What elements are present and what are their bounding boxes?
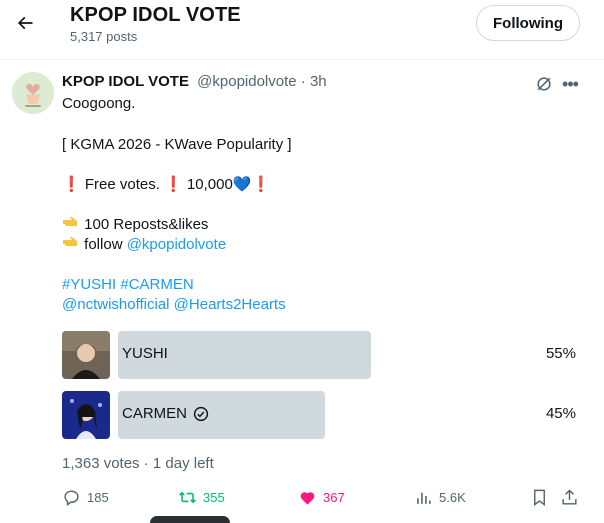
exclamation-emoji: ❗	[164, 176, 183, 193]
follow-text: follow	[84, 236, 127, 253]
poll-option-label: CARMEN	[122, 405, 209, 422]
tooltip-pill	[150, 516, 230, 523]
views-count: 5.6K	[439, 489, 466, 505]
mention-nctwishofficial[interactable]: @nctwishofficial	[62, 296, 170, 313]
exclamation-emoji: ❗	[251, 176, 271, 193]
more-options-icon[interactable]: •••	[560, 74, 580, 94]
reply-count: 185	[87, 489, 109, 505]
share-icon	[562, 488, 577, 505]
profile-header: KPOP IDOL VOTE 5,317 posts Following	[0, 0, 604, 60]
poll-option-image	[62, 391, 110, 439]
free-votes-text: Free votes.	[80, 176, 165, 193]
avatar-heart-hand-icon	[12, 72, 54, 114]
pointing-hand-icon	[63, 237, 77, 246]
post-count: 5,317 posts	[70, 29, 138, 44]
post-text-line-5: follow @kpopidolvote	[62, 235, 226, 255]
share-button[interactable]	[560, 486, 579, 508]
post-text-line-1: Coogoong.	[62, 95, 136, 112]
bookmark-icon	[534, 489, 545, 506]
repost-button[interactable]: 355	[178, 486, 225, 508]
reposts-likes-text: 100 Reposts&likes	[84, 216, 209, 233]
poll-option-percent: 45%	[545, 405, 576, 422]
pointing-hand-icon	[63, 217, 77, 226]
profile-title: KPOP IDOL VOTE	[70, 4, 241, 26]
back-button[interactable]	[8, 6, 42, 40]
poll-option-yushi: YUSHI 55%	[62, 331, 578, 379]
like-button[interactable]: 367	[298, 486, 345, 508]
bookmark-button[interactable]	[530, 486, 549, 508]
heart-icon	[300, 491, 315, 505]
poll-meta: 1,363 votes · 1 day left	[62, 455, 214, 472]
views-button[interactable]: 5.6K	[414, 486, 466, 508]
reply-button[interactable]: 185	[62, 486, 109, 508]
views-icon	[417, 492, 431, 504]
post-actions: 185 355 367 5.6K	[62, 486, 592, 510]
mention-hearts2hearts[interactable]: @Hearts2Hearts	[174, 296, 286, 313]
avatar[interactable]	[12, 72, 54, 114]
repost-count: 355	[203, 489, 225, 505]
post-text-line-3: ❗ Free votes. ❗ 10,000💙❗	[62, 175, 270, 195]
following-button[interactable]: Following	[476, 5, 580, 41]
poll-option-image	[62, 331, 110, 379]
post-text-line-7: @nctwishofficial @Hearts2Hearts	[62, 295, 286, 315]
mention-kpopidolvote[interactable]: @kpopidolvote	[127, 236, 226, 253]
repost-icon	[179, 491, 196, 503]
post-text-line-2: [ KGMA 2026 - KWave Popularity ]	[62, 136, 292, 153]
hashtags[interactable]: #YUSHI #CARMEN	[62, 275, 194, 295]
check-circle-icon	[193, 406, 209, 421]
poll-option-carmen: CARMEN 45%	[62, 391, 578, 439]
grok-icon[interactable]	[534, 74, 554, 94]
poll-option-percent: 55%	[545, 345, 576, 362]
author-name[interactable]: KPOP IDOL VOTE	[62, 73, 189, 90]
exclamation-emoji: ❗	[62, 176, 81, 193]
arrow-left-icon	[17, 16, 33, 30]
post-text-line-4: 100 Reposts&likes	[62, 215, 208, 235]
votes-amount: 10,000	[182, 176, 233, 193]
author-handle-time[interactable]: @kpopidolvote · 3h	[197, 73, 326, 90]
poll-option-label: YUSHI	[122, 345, 168, 362]
like-count: 367	[323, 489, 345, 505]
post-author-line: KPOP IDOL VOTE @kpopidolvote · 3h	[62, 73, 327, 90]
reply-icon	[64, 489, 79, 506]
blue-heart-emoji: 💙	[232, 176, 252, 193]
